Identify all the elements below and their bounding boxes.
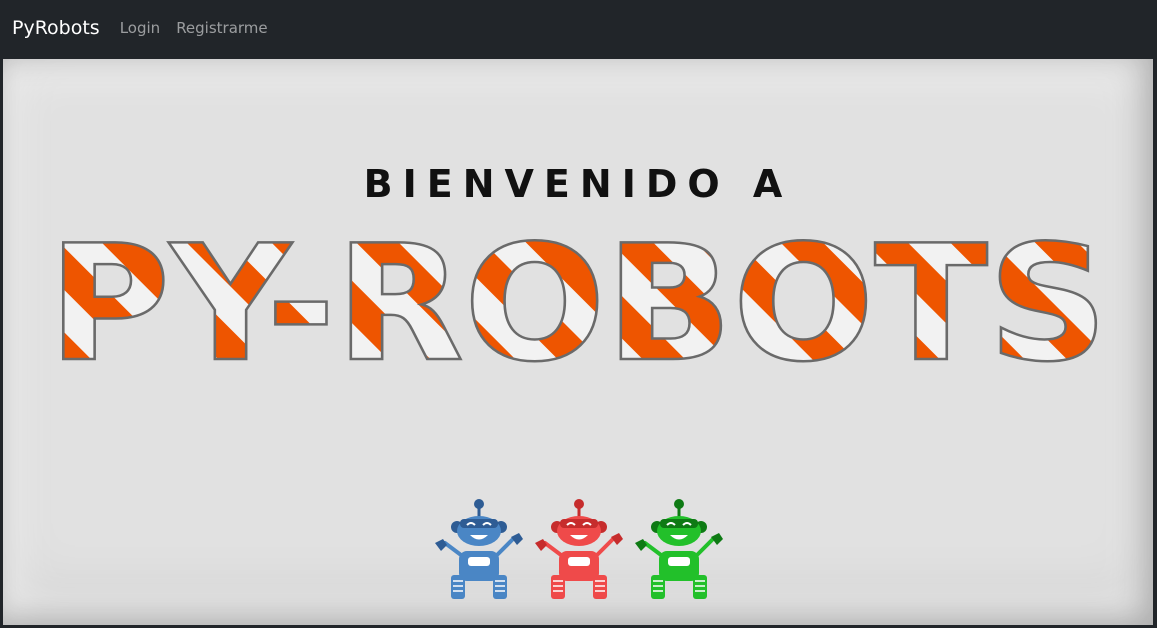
- blue-robot: [435, 499, 523, 599]
- register-link[interactable]: Registrarme: [176, 19, 267, 37]
- robots-illustration: [435, 499, 723, 599]
- py-robots-title: PY-ROBOTS: [48, 210, 1108, 397]
- hero-banner: BIENVENIDO A PY-ROBOTS: [3, 59, 1153, 625]
- brand-link[interactable]: PyRobots: [12, 17, 100, 39]
- navbar: PyRobots Login Registrarme: [0, 0, 1157, 56]
- green-robot: [635, 499, 723, 599]
- red-robot: [535, 499, 623, 599]
- login-link[interactable]: Login: [120, 19, 160, 37]
